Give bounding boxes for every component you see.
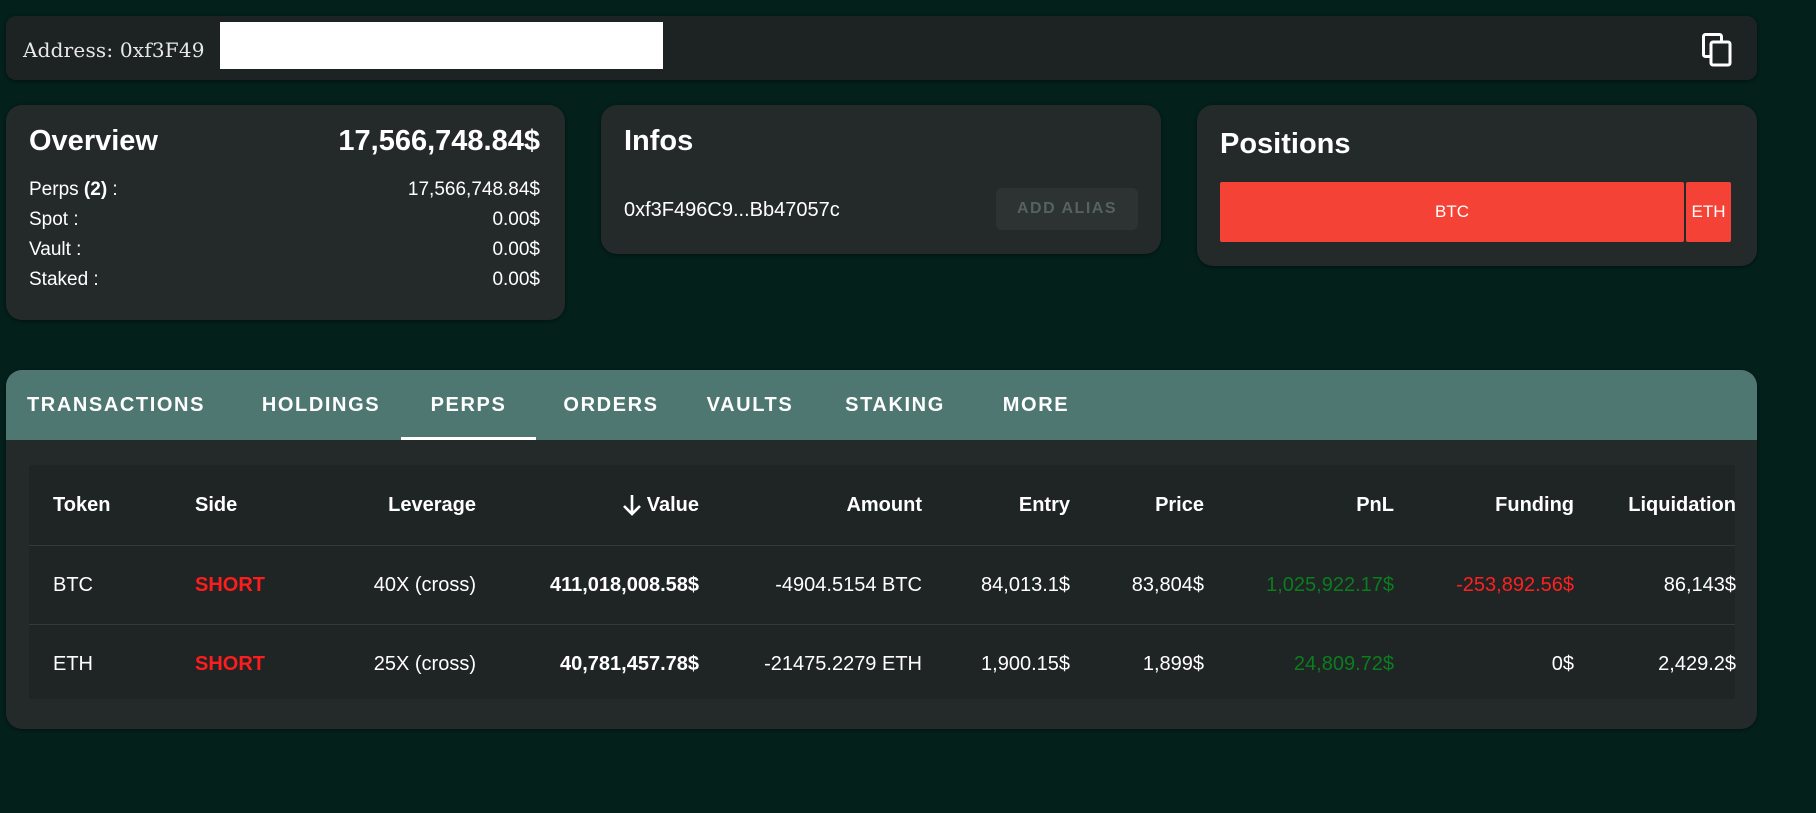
cell-price: 1,899$: [1142, 652, 1204, 675]
address-label: Address: 0xf3F49: [23, 38, 205, 62]
tab-bar: TRANSACTIONS HOLDINGS PERPS ORDERS VAULT…: [6, 370, 1757, 440]
cell-liquidation: 2,429.2$: [1658, 652, 1736, 675]
overview-value-spot: 0.00$: [492, 209, 540, 230]
sort-arrow-down-icon: [622, 495, 641, 516]
overview-label-spot: Spot :: [29, 209, 79, 230]
cell-leverage: 40X (cross): [373, 573, 476, 596]
overview-label-staked: Staked :: [29, 269, 99, 290]
overview-title: Overview: [29, 125, 158, 157]
infos-address: 0xf3F496C9...Bb47057c: [624, 199, 840, 221]
tab-transactions[interactable]: TRANSACTIONS: [16, 370, 216, 440]
positions-bar: BTC ETH: [1220, 182, 1731, 242]
tab-more[interactable]: MORE: [981, 370, 1091, 440]
header-funding[interactable]: Funding: [1394, 465, 1574, 545]
header-entry[interactable]: Entry: [922, 465, 1070, 545]
cell-value: 40,781,457.78$: [559, 652, 699, 675]
cell-amount: -21475.2279 ETH: [764, 652, 922, 675]
table-row[interactable]: BTC SHORT 40X (cross) 411,018,008.58$ -4…: [29, 546, 1736, 625]
active-tab-indicator: [401, 437, 536, 440]
address-bar: Address: 0xf3F49: [6, 16, 1757, 80]
tabs-panel: TRANSACTIONS HOLDINGS PERPS ORDERS VAULT…: [6, 370, 1757, 729]
tab-vaults[interactable]: VAULTS: [686, 370, 814, 440]
cell-entry: 1,900.15$: [981, 652, 1070, 675]
cell-liquidation: 86,143$: [1663, 573, 1736, 596]
cell-funding: 0$: [1551, 652, 1574, 675]
positions-card: Positions BTC ETH: [1197, 105, 1757, 266]
header-price[interactable]: Price: [1070, 465, 1204, 545]
tab-orders[interactable]: ORDERS: [546, 370, 676, 440]
cell-token: ETH: [53, 652, 93, 675]
overview-row-perps: Perps (2) : 17,566,748.84$: [29, 179, 540, 205]
cell-price: 83,804$: [1131, 573, 1204, 596]
overview-label-vault: Vault :: [29, 239, 82, 260]
cell-pnl: 24,809.72$: [1293, 652, 1394, 675]
cell-leverage: 25X (cross): [373, 652, 476, 675]
copy-icon[interactable]: [1702, 33, 1732, 67]
header-value-label: Value: [646, 493, 699, 516]
cell-entry: 84,013.1$: [981, 573, 1070, 596]
infos-card: Infos 0xf3F496C9...Bb47057c ADD ALIAS: [601, 105, 1161, 254]
header-liquidation[interactable]: Liquidation: [1574, 465, 1736, 545]
header-token[interactable]: Token: [53, 465, 163, 545]
overview-total: 17,566,748.84$: [338, 125, 540, 157]
cell-token: BTC: [53, 573, 93, 596]
positions-title: Positions: [1220, 128, 1351, 160]
overview-card: Overview 17,566,748.84$ Perps (2) : 17,5…: [6, 105, 565, 320]
cell-pnl: 1,025,922.17$: [1266, 573, 1394, 596]
overview-value-staked: 0.00$: [492, 269, 540, 290]
tab-perps[interactable]: PERPS: [401, 370, 536, 440]
position-segment-btc[interactable]: BTC: [1220, 182, 1684, 242]
overview-label-perps: Perps (2) :: [29, 179, 118, 200]
cell-funding: -253,892.56$: [1456, 573, 1574, 596]
tab-staking[interactable]: STAKING: [826, 370, 964, 440]
header-pnl[interactable]: PnL: [1204, 465, 1394, 545]
add-alias-button[interactable]: ADD ALIAS: [996, 188, 1138, 230]
overview-row-vault: Vault : 0.00$: [29, 239, 540, 265]
overview-row-staked: Staked : 0.00$: [29, 269, 540, 295]
redaction-block: [220, 22, 663, 69]
cell-amount: -4904.5154 BTC: [775, 573, 922, 596]
table-header-row: Token Side Leverage Value Amount Entry P…: [29, 465, 1736, 546]
position-segment-eth[interactable]: ETH: [1686, 182, 1731, 242]
infos-title: Infos: [624, 125, 694, 157]
perps-table: Token Side Leverage Value Amount Entry P…: [29, 465, 1736, 699]
header-leverage[interactable]: Leverage: [259, 465, 476, 545]
overview-row-spot: Spot : 0.00$: [29, 209, 540, 235]
overview-value-vault: 0.00$: [492, 239, 540, 260]
tab-holdings[interactable]: HOLDINGS: [241, 370, 401, 440]
header-amount[interactable]: Amount: [699, 465, 922, 545]
overview-value-perps: 17,566,748.84$: [407, 179, 540, 200]
cell-value: 411,018,008.58$: [549, 573, 699, 596]
header-value[interactable]: Value: [476, 465, 699, 545]
table-row[interactable]: ETH SHORT 25X (cross) 40,781,457.78$ -21…: [29, 625, 1736, 703]
